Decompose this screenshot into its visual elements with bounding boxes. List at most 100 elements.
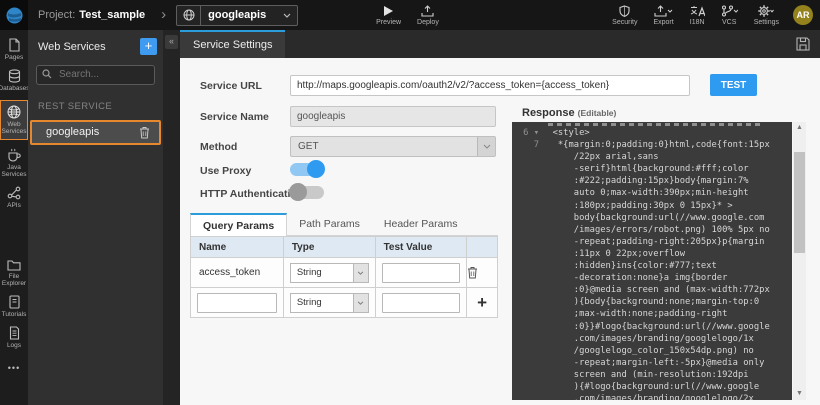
deploy-icon (421, 5, 434, 17)
tab-path-params[interactable]: Path Params (287, 213, 372, 235)
code-row: .com/images/branding/googlelogo/1x (512, 333, 792, 345)
sidebar-item-label: File Explorer (0, 273, 28, 287)
code-row: :hidden}ins{color:#777;text (512, 260, 792, 272)
param-type-value: String (291, 297, 353, 308)
avatar[interactable]: AR (793, 5, 813, 25)
scroll-down-icon[interactable]: ▼ (793, 388, 806, 400)
response-label-text: Response (522, 107, 575, 119)
trash-icon[interactable] (139, 126, 150, 139)
sidebar-item-label: Logs (7, 342, 21, 349)
panel-divider: « (163, 30, 180, 405)
service-settings-content: Service URL TEST Service Name Method GET… (180, 58, 820, 405)
brand-logo (0, 0, 28, 30)
sidebar-item-label: APIs (7, 202, 21, 209)
tab-header-params[interactable]: Header Params (372, 213, 470, 235)
code-row: :#222;padding:15px}body{margin:7% (512, 175, 792, 187)
globe-icon (177, 6, 201, 25)
param-type-select[interactable]: String (290, 293, 369, 313)
code-row: 6 ▾ <style> (512, 127, 792, 139)
column-header-name: Name (191, 237, 284, 258)
sidebar-item-web-services[interactable]: Web Services (0, 100, 28, 140)
param-type-value: String (291, 267, 353, 278)
response-label: Response (Editable) (522, 107, 616, 119)
editor-scrollbar[interactable]: ▲ ▼ (793, 122, 806, 400)
method-select-value: GET (291, 141, 477, 152)
export-icon (654, 5, 673, 17)
sidebar-item-label: Tutorials (2, 311, 27, 318)
param-test-value-input[interactable] (382, 263, 461, 283)
preview-button[interactable]: Preview (376, 5, 401, 26)
http-auth-label: HTTP Authentication (200, 188, 303, 200)
play-icon (383, 5, 394, 17)
service-list-item-googleapis[interactable]: googleapis (30, 120, 161, 145)
http-auth-toggle[interactable] (290, 186, 324, 199)
column-header-actions (467, 237, 498, 258)
vcs-label: VCS (722, 19, 736, 26)
panel-title: Web Services (38, 41, 140, 53)
test-button[interactable]: TEST (710, 74, 757, 96)
save-button[interactable] (796, 37, 810, 51)
tutorials-icon (8, 295, 21, 309)
delete-param-button[interactable] (467, 266, 497, 279)
tab-query-params[interactable]: Query Params (190, 213, 287, 236)
service-url-input[interactable] (290, 75, 690, 96)
param-name-input[interactable] (197, 293, 277, 313)
add-service-button[interactable]: + (140, 38, 157, 55)
code-row: :11px 0 22px;overflow (512, 248, 792, 260)
param-name-cell: access_token (191, 258, 284, 288)
chevron-down-icon (353, 294, 368, 312)
sidebar-item-java-services[interactable]: Java Services (0, 148, 28, 178)
wavemaker-logo-icon (6, 7, 23, 24)
response-editor[interactable]: 6 ▾ <style>7 *{margin:0;padding:0}html,c… (512, 122, 792, 400)
sidebar-item-label: Java Services (0, 164, 28, 178)
export-button[interactable]: Export (653, 5, 673, 26)
table-row: String + (191, 288, 498, 318)
translate-icon (690, 5, 705, 17)
app-selector-value: googleapis (201, 9, 283, 21)
code-row: ){#logo{background:url(//www.google (512, 381, 792, 393)
left-rail: Pages Databases Web Services Java Servic… (0, 30, 28, 405)
sidebar-item-pages[interactable]: Pages (0, 38, 28, 61)
sidebar-item-databases[interactable]: Databases (0, 69, 28, 92)
code-row: -serif}html{background:#fff;color (512, 163, 792, 175)
security-button[interactable]: Security (612, 5, 637, 26)
shield-icon (619, 5, 630, 17)
service-name-input[interactable] (290, 106, 496, 127)
param-type-select[interactable]: String (290, 263, 369, 283)
scroll-up-icon[interactable]: ▲ (793, 122, 806, 134)
code-row: :0}@media screen and (max-width:772px (512, 284, 792, 296)
method-select[interactable]: GET (290, 136, 496, 157)
service-item-label: googleapis (46, 126, 139, 138)
chevron-down-icon (477, 137, 495, 156)
param-test-value-input[interactable] (382, 293, 461, 313)
sidebar-item-tutorials[interactable]: Tutorials (0, 295, 28, 318)
project-name: Test_sample (79, 9, 145, 21)
settings-button[interactable]: Settings (754, 5, 779, 26)
deploy-button[interactable]: Deploy (417, 5, 439, 26)
app-selector[interactable]: googleapis (176, 5, 298, 26)
column-header-test-value: Test Value (375, 237, 467, 258)
code-row: screen and (min-resolution:192dpi (512, 369, 792, 381)
use-proxy-toggle[interactable] (290, 163, 324, 176)
tab-service-settings[interactable]: Service Settings (180, 30, 285, 58)
code-row: -repeat;margin-left:-5px}@media only (512, 357, 792, 369)
param-tabs: Query Params Path Params Header Params (190, 213, 498, 236)
run-group: Preview Deploy (368, 5, 447, 26)
method-label: Method (200, 141, 237, 153)
add-param-button[interactable]: + (477, 293, 487, 312)
code-row: ;max-width:none;padding-right (512, 308, 792, 320)
vcs-button[interactable]: VCS (721, 5, 738, 26)
sidebar-item-logs[interactable]: Logs (0, 326, 28, 349)
sidebar-more-button[interactable]: ••• (8, 363, 20, 373)
i18n-button[interactable]: I18N (690, 5, 705, 26)
service-url-label: Service URL (200, 80, 262, 92)
code-row: -decoration:none}a img{border (512, 272, 792, 284)
search-input[interactable] (36, 65, 155, 85)
collapse-panel-button[interactable]: « (165, 35, 178, 49)
i18n-label: I18N (690, 19, 705, 26)
scrollbar-thumb[interactable] (794, 152, 805, 253)
table-row: access_token String (191, 258, 498, 288)
sidebar-item-file-explorer[interactable]: File Explorer (0, 259, 28, 287)
sidebar-item-apis[interactable]: APIs (0, 186, 28, 209)
topbar: Project:Test_sample › googleapis Preview… (0, 0, 820, 30)
